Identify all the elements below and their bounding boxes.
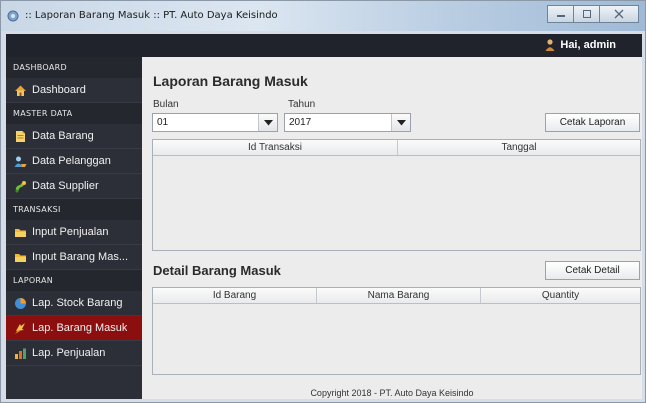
table-header: Id Transaksi Tanggal	[153, 140, 640, 156]
minimize-icon	[556, 15, 565, 17]
sidebar-item-label: Lap. Barang Masuk	[32, 322, 128, 334]
page-title: Laporan Barang Masuk	[153, 73, 308, 89]
sidebar-item-data-barang[interactable]: Data Barang	[6, 124, 142, 149]
column-header-tanggal[interactable]: Tanggal	[398, 140, 640, 155]
chevron-down-icon	[396, 119, 406, 125]
sidebar-item-label: Data Supplier	[32, 180, 99, 192]
greeting-text: Hai, admin	[560, 39, 616, 51]
sidebar-item-lap-barang-masuk[interactable]: Lap. Barang Masuk	[6, 316, 142, 341]
sidebar-item-label: Lap. Stock Barang	[32, 297, 123, 309]
report-icon	[15, 322, 25, 334]
sidebar: DASHBOARD Dashboard MASTER DATA Data Bar…	[6, 57, 142, 399]
top-bar: Hai, admin	[6, 34, 642, 57]
bulan-select[interactable]: 01	[152, 113, 278, 132]
tahun-label: Tahun	[288, 99, 316, 110]
folder-icon	[15, 228, 26, 237]
close-icon	[614, 9, 624, 19]
section-dashboard: DASHBOARD	[6, 57, 142, 78]
minimize-button[interactable]	[547, 5, 574, 23]
column-header-id-barang[interactable]: Id Barang	[153, 288, 317, 303]
sidebar-item-lap-penjualan[interactable]: Lap. Penjualan	[6, 341, 142, 366]
tahun-select[interactable]: 2017	[284, 113, 411, 132]
cetak-detail-button[interactable]: Cetak Detail	[545, 261, 640, 280]
close-button[interactable]	[599, 5, 639, 23]
bulan-value: 01	[157, 117, 169, 128]
footer-copyright: Copyright 2018 - PT. Auto Daya Keisindo	[310, 388, 474, 398]
column-header-id-transaksi[interactable]: Id Transaksi	[153, 140, 398, 155]
table-header: Id Barang Nama Barang Quantity	[153, 288, 640, 304]
detail-title: Detail Barang Masuk	[153, 263, 281, 278]
maximize-button[interactable]	[573, 5, 600, 23]
user-icon	[545, 39, 555, 51]
sidebar-item-dashboard[interactable]: Dashboard	[6, 78, 142, 103]
section-master-data: MASTER DATA	[6, 103, 142, 124]
supplier-icon	[15, 180, 26, 192]
sidebar-item-lap-stock-barang[interactable]: Lap. Stock Barang	[6, 291, 142, 316]
bar-chart-icon	[15, 348, 26, 359]
sidebar-item-label: Data Pelanggan	[32, 155, 111, 167]
app-window: :: Laporan Barang Masuk :: PT. Auto Daya…	[0, 0, 646, 403]
column-header-nama-barang[interactable]: Nama Barang	[317, 288, 481, 303]
document-icon	[16, 130, 25, 142]
sidebar-item-data-pelanggan[interactable]: Data Pelanggan	[6, 149, 142, 174]
sidebar-item-label: Dashboard	[32, 84, 86, 96]
sidebar-item-label: Input Barang Mas...	[32, 251, 128, 263]
detail-table: Id Barang Nama Barang Quantity	[152, 287, 641, 375]
app-icon	[7, 10, 19, 22]
user-greeting[interactable]: Hai, admin	[545, 39, 616, 51]
bulan-label: Bulan	[153, 99, 179, 110]
cetak-laporan-button[interactable]: Cetak Laporan	[545, 113, 640, 132]
section-transaksi: TRANSAKSI	[6, 199, 142, 220]
chevron-down-icon	[263, 119, 273, 125]
sidebar-item-data-supplier[interactable]: Data Supplier	[6, 174, 142, 199]
pie-icon	[15, 297, 26, 309]
section-laporan: LAPORAN	[6, 270, 142, 291]
folder-icon	[15, 253, 26, 262]
column-header-quantity[interactable]: Quantity	[481, 288, 640, 303]
sidebar-item-label: Lap. Penjualan	[32, 347, 106, 359]
sidebar-item-label: Data Barang	[32, 130, 94, 142]
customer-icon	[14, 156, 27, 167]
sidebar-item-input-penjualan[interactable]: Input Penjualan	[6, 220, 142, 245]
window-controls	[547, 5, 639, 23]
title-bar: :: Laporan Barang Masuk :: PT. Auto Daya…	[1, 1, 645, 31]
home-icon	[15, 85, 26, 96]
window-title: :: Laporan Barang Masuk :: PT. Auto Daya…	[25, 10, 278, 21]
sidebar-item-input-barang-masuk[interactable]: Input Barang Mas...	[6, 245, 142, 270]
tahun-value: 2017	[289, 117, 312, 128]
tahun-dropdown-button[interactable]	[391, 114, 410, 131]
maximize-icon	[582, 10, 591, 18]
transaksi-table: Id Transaksi Tanggal	[152, 139, 641, 251]
main-content: Laporan Barang Masuk Bulan 01 Tahun 2017…	[142, 57, 642, 399]
sidebar-item-label: Input Penjualan	[32, 226, 109, 238]
bulan-dropdown-button[interactable]	[258, 114, 277, 131]
